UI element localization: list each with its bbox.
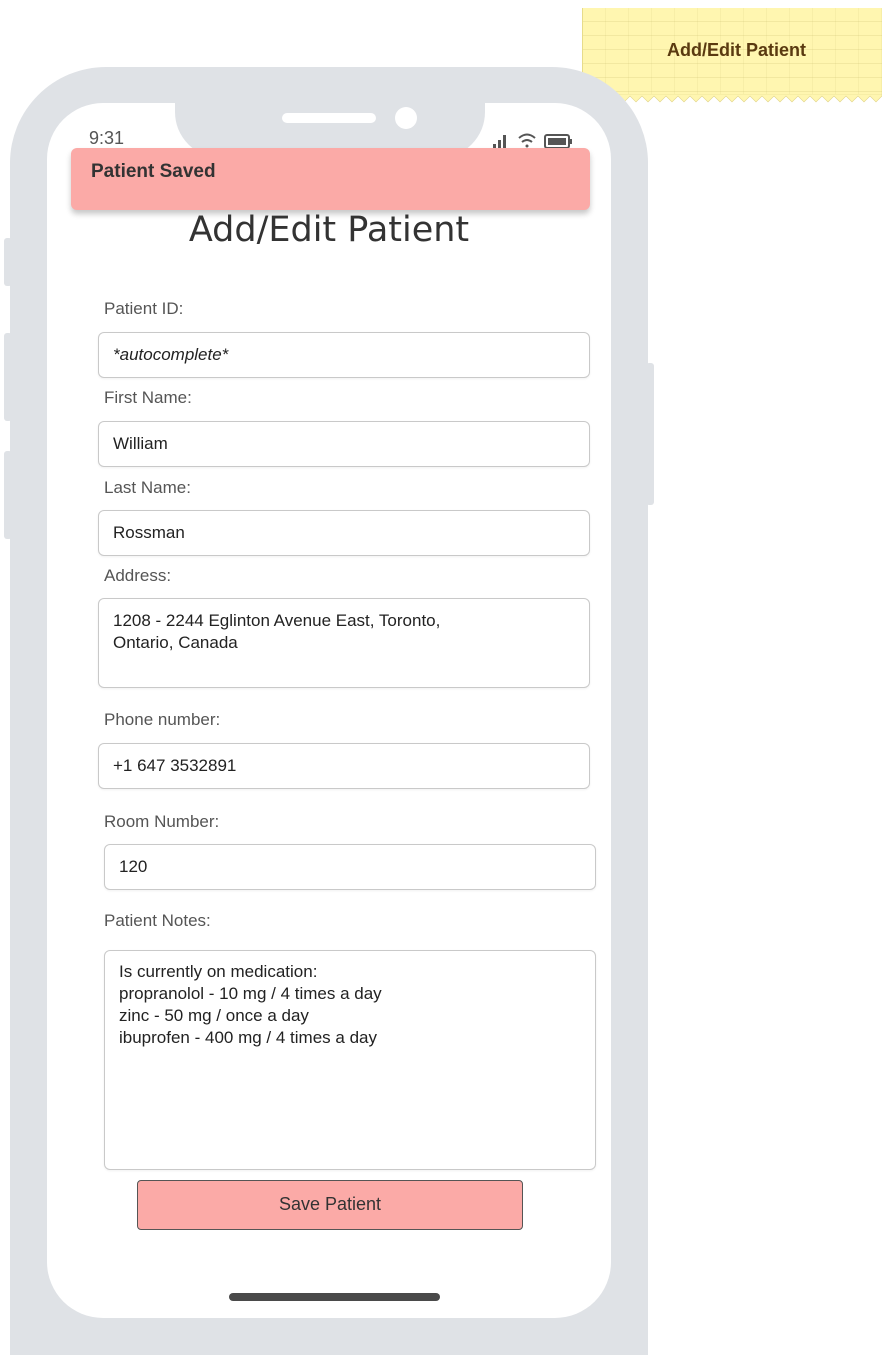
- wifi-icon: [518, 133, 536, 148]
- page-title: Add/Edit Patient: [188, 210, 470, 250]
- save-patient-button[interactable]: Save Patient: [137, 1180, 523, 1230]
- patient-notes-field[interactable]: Is currently on medication: propranolol …: [104, 950, 596, 1170]
- toast-message: Patient Saved: [91, 161, 216, 182]
- last-name-label: Last Name:: [104, 478, 191, 497]
- address-field[interactable]: 1208 - 2244 Eglinton Avenue East, Toront…: [98, 598, 590, 688]
- first-name-label: First Name:: [104, 388, 192, 407]
- room-number-label: Room Number:: [104, 812, 220, 831]
- address-label: Address:: [104, 566, 172, 585]
- patient-notes-label: Patient Notes:: [104, 911, 211, 930]
- status-icons: [493, 133, 572, 149]
- sticky-note: Add/Edit Patient: [582, 8, 882, 96]
- room-number-field[interactable]: 120: [104, 844, 596, 890]
- battery-icon: [544, 134, 572, 149]
- status-time: 9:31: [89, 128, 125, 148]
- home-indicator: [229, 1293, 440, 1301]
- toast-notification: Patient Saved: [71, 148, 590, 210]
- first-name-field[interactable]: William: [98, 421, 590, 467]
- phone-number-label: Phone number:: [104, 710, 221, 729]
- patient-id-field[interactable]: *autocomplete*: [98, 332, 590, 378]
- phone-camera: [395, 107, 417, 129]
- sticky-note-label: Add/Edit Patient: [667, 40, 806, 60]
- signal-icon: [493, 135, 506, 149]
- patient-id-label: Patient ID:: [104, 299, 184, 318]
- phone-number-field[interactable]: +1 647 3532891: [98, 743, 590, 789]
- last-name-field[interactable]: Rossman: [98, 510, 590, 556]
- phone-speaker: [282, 113, 376, 123]
